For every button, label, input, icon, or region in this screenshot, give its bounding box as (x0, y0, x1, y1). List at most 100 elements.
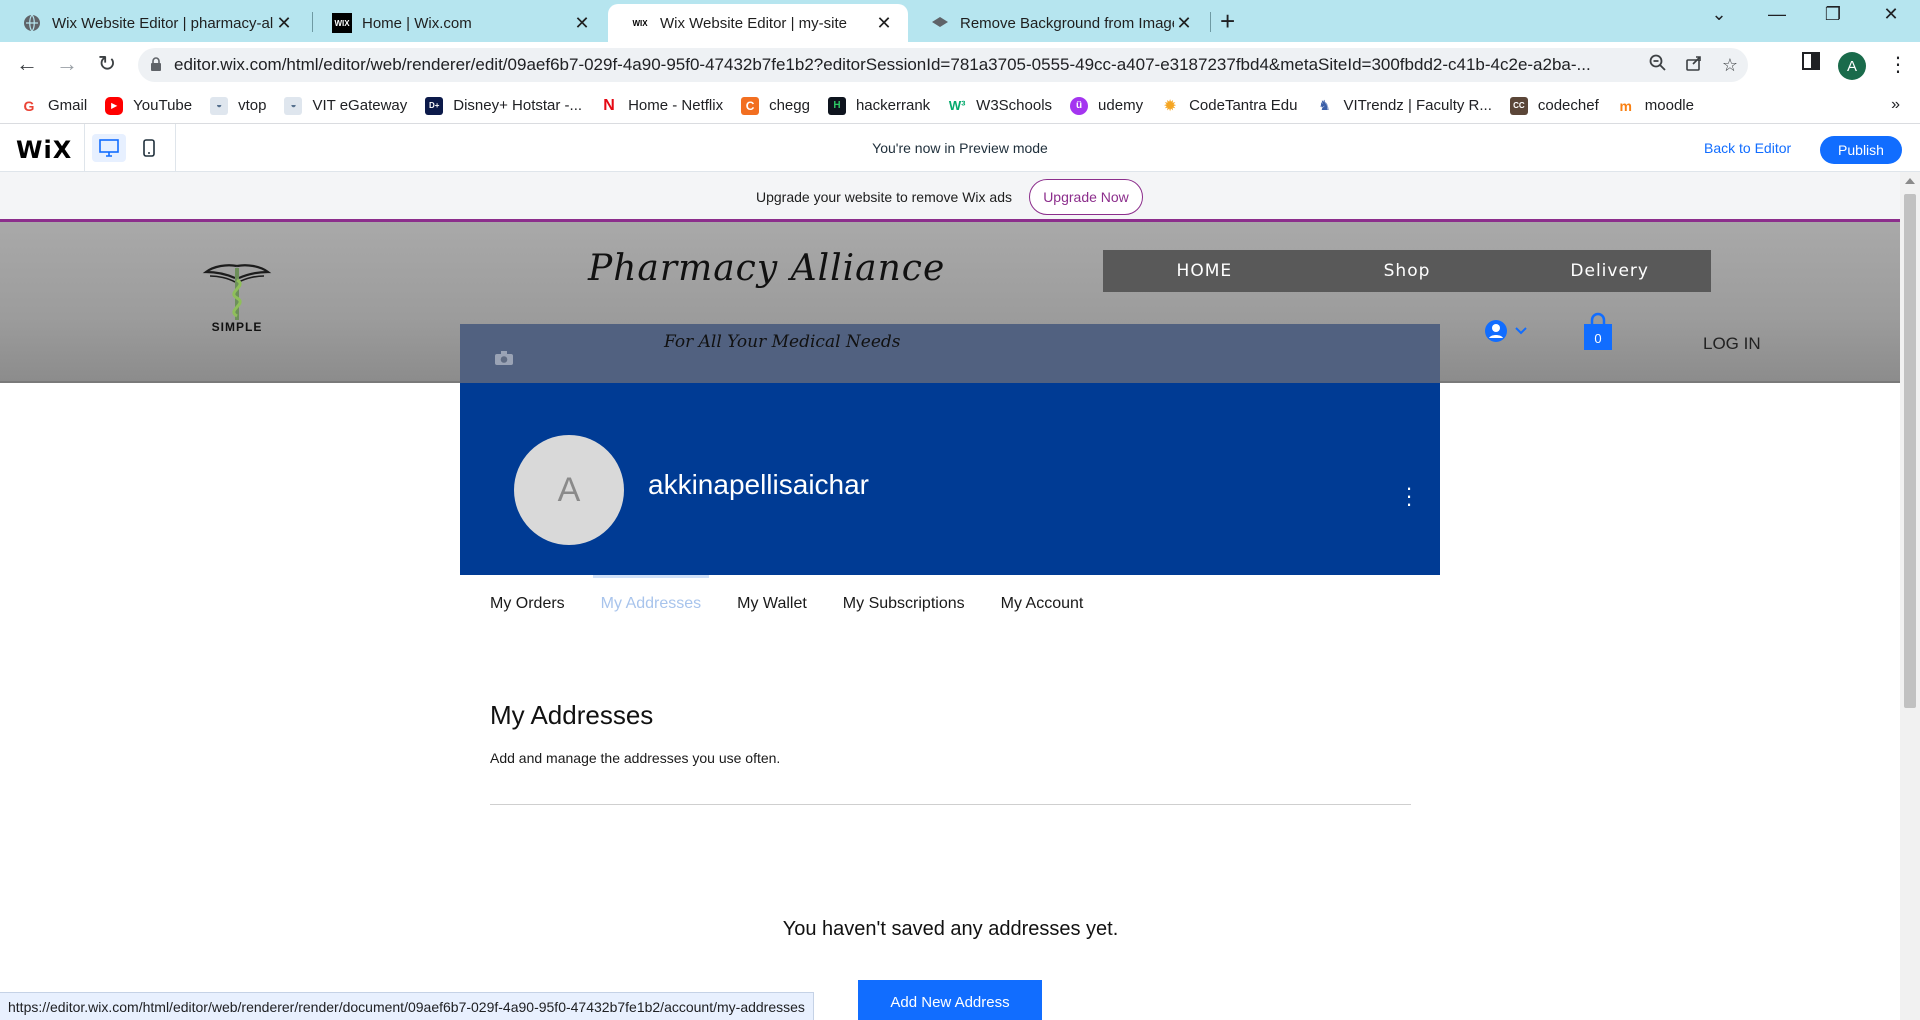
cart-icon[interactable]: 0 (1582, 312, 1614, 357)
profile-username: akkinapellisaichar (648, 469, 870, 500)
tab-title: Remove Background from Image (960, 14, 1174, 32)
udemy-icon: ü (1070, 96, 1089, 115)
hackerrank-icon: H (827, 96, 846, 115)
minimize-icon[interactable]: — (1762, 4, 1792, 25)
bookmark-vitrendz[interactable]: ♞ VITrendz | Faculty R... (1315, 97, 1492, 115)
site-nav-menu: HOME Shop Delivery (1103, 250, 1711, 292)
tab-my-wallet[interactable]: My Wallet (737, 575, 807, 635)
remove-bg-icon (930, 13, 950, 33)
bookmark-label: hackerrank (855, 97, 931, 114)
side-panel-icon[interactable] (1802, 52, 1820, 76)
bookmark-label: Disney+ Hotstar -... (453, 97, 583, 114)
browser-tab-strip: Wix Website Editor | pharmacy-al ✕ WIX H… (0, 0, 1920, 42)
site-title: Pharmacy Alliance (588, 248, 946, 289)
publish-button[interactable]: Publish (1820, 136, 1902, 164)
upgrade-now-button[interactable]: Upgrade Now (1029, 179, 1143, 215)
tab-my-orders[interactable]: My Orders (490, 575, 565, 635)
bookmark-hackerrank[interactable]: Hhackerrank (827, 96, 931, 115)
bookmark-codetantra[interactable]: ✹ CodeTantra Edu (1161, 97, 1297, 115)
status-url-tooltip: https://editor.wix.com/html/editor/web/r… (0, 992, 814, 1020)
tab-my-account[interactable]: My Account (1001, 575, 1084, 635)
close-tab-icon[interactable]: ✕ (274, 13, 294, 34)
new-tab-icon[interactable]: + (1220, 6, 1235, 37)
lock-icon[interactable] (138, 56, 174, 74)
reload-icon[interactable]: ↻ (92, 51, 122, 77)
vtop-icon: ◒ (210, 96, 229, 115)
codechef-icon: CC (1509, 96, 1528, 115)
profile-avatar[interactable]: A (1838, 52, 1866, 80)
upgrade-text: Upgrade your website to remove Wix ads (756, 189, 1012, 205)
share-icon[interactable] (1676, 54, 1712, 77)
bookmark-label: VIT eGateway (312, 97, 408, 114)
tab-title: Home | Wix.com (362, 14, 472, 32)
site-logo[interactable]: SIMPLE (202, 262, 272, 352)
profile-avatar-circle[interactable]: A (514, 435, 624, 545)
globe-icon (22, 13, 42, 33)
bookmark-label: W3Schools (976, 97, 1053, 114)
close-tab-icon[interactable]: ✕ (874, 13, 894, 34)
bookmark-label: udemy (1098, 97, 1144, 114)
bookmark-netflix[interactable]: N Home - Netflix (600, 97, 723, 115)
youtube-icon: ▶ (105, 96, 124, 115)
vitrendz-icon: ♞ (1318, 97, 1331, 113)
nav-item-home[interactable]: HOME (1103, 261, 1306, 281)
vit-icon: ◒ (284, 96, 303, 115)
upgrade-banner: Upgrade your website to remove Wix ads U… (0, 172, 1900, 222)
bookmarks-bar: G Gmail ▶ YouTube ◒ vtop ◒ VIT eGateway D+ Di… (0, 88, 1920, 124)
camera-icon[interactable] (494, 350, 514, 371)
bookmark-label: moodle (1644, 97, 1694, 114)
back-arrow-icon[interactable]: ← (12, 51, 42, 77)
tab-search-chevron-icon[interactable]: ⌄ (1704, 4, 1734, 25)
close-tab-icon[interactable]: ✕ (572, 13, 592, 34)
bookmark-codechef[interactable]: CC codechef (1509, 96, 1599, 115)
login-link[interactable]: LOG IN (1703, 334, 1761, 354)
zoom-icon[interactable] (1640, 54, 1676, 77)
bookmark-vtop[interactable]: ◒ vtop (210, 96, 267, 115)
scroll-up-arrow-icon[interactable] (1905, 178, 1915, 184)
address-toolbar: ← → ↻ editor.wix.com/html/editor/web/ren… (0, 42, 1920, 88)
restore-icon[interactable]: ❐ (1818, 4, 1848, 25)
forward-arrow-icon[interactable]: → (52, 51, 82, 77)
nav-item-delivery[interactable]: Delivery (1508, 261, 1711, 281)
add-new-address-button[interactable]: Add New Address (858, 980, 1042, 1020)
more-menu-icon[interactable]: ⋮ (1888, 52, 1908, 77)
browser-tab[interactable]: Remove Background from Image ✕ (908, 4, 1208, 42)
bookmark-label: YouTube (133, 97, 193, 114)
close-window-icon[interactable]: ✕ (1876, 4, 1906, 25)
browser-tab[interactable]: WIX Home | Wix.com ✕ (310, 4, 606, 42)
cover-overlay (460, 324, 1440, 383)
bookmark-hotstar[interactable]: D+ Disney+ Hotstar -... (425, 96, 583, 115)
omnibox[interactable]: editor.wix.com/html/editor/web/renderer/… (138, 48, 1748, 82)
tab-separator (1210, 12, 1211, 32)
netflix-icon: N (603, 96, 615, 114)
browser-tab-active[interactable]: WIX Wix Website Editor | my-site ✕ (608, 4, 908, 42)
back-to-editor-link[interactable]: Back to Editor (1704, 140, 1791, 156)
bookmark-label: vtop (238, 97, 267, 114)
tab-my-subscriptions[interactable]: My Subscriptions (843, 575, 965, 635)
scrollbar-thumb[interactable] (1904, 194, 1916, 708)
profile-cover: A akkinapellisaichar · · · (460, 324, 1440, 575)
close-tab-icon[interactable]: ✕ (1174, 13, 1194, 34)
bookmark-label: Gmail (48, 97, 88, 114)
bookmark-w3schools[interactable]: W³ W3Schools (948, 97, 1052, 115)
browser-tab[interactable]: Wix Website Editor | pharmacy-al ✕ (0, 4, 308, 42)
nav-item-shop[interactable]: Shop (1306, 261, 1509, 281)
chegg-icon: C (741, 96, 760, 115)
page-scrollbar[interactable] (1900, 172, 1920, 1020)
url-text[interactable]: editor.wix.com/html/editor/web/renderer/… (174, 55, 1640, 75)
bookmark-youtube[interactable]: ▶ YouTube (105, 96, 193, 115)
bookmark-label: codechef (1537, 97, 1599, 114)
wix-preview-bar: WiX You're now in Preview mode Back to E… (0, 124, 1920, 172)
bookmarks-overflow-icon[interactable]: » (1891, 96, 1900, 114)
bookmark-star-icon[interactable]: ☆ (1712, 55, 1748, 76)
preview-mode-text: You're now in Preview mode (872, 140, 1048, 156)
bookmark-chegg[interactable]: Cchegg (741, 96, 810, 115)
bookmark-vit-egateway[interactable]: ◒ VIT eGateway (284, 96, 408, 115)
wix-favicon-icon: WIX (332, 13, 352, 33)
bookmark-gmail[interactable]: G Gmail (20, 97, 88, 115)
bookmark-moodle[interactable]: m moodle (1617, 97, 1694, 115)
member-account-icon[interactable] (1484, 318, 1530, 349)
tab-my-addresses[interactable]: My Addresses (592, 575, 710, 635)
bookmark-udemy[interactable]: ü udemy (1070, 96, 1144, 115)
more-options-icon[interactable]: · · · (1404, 477, 1414, 515)
